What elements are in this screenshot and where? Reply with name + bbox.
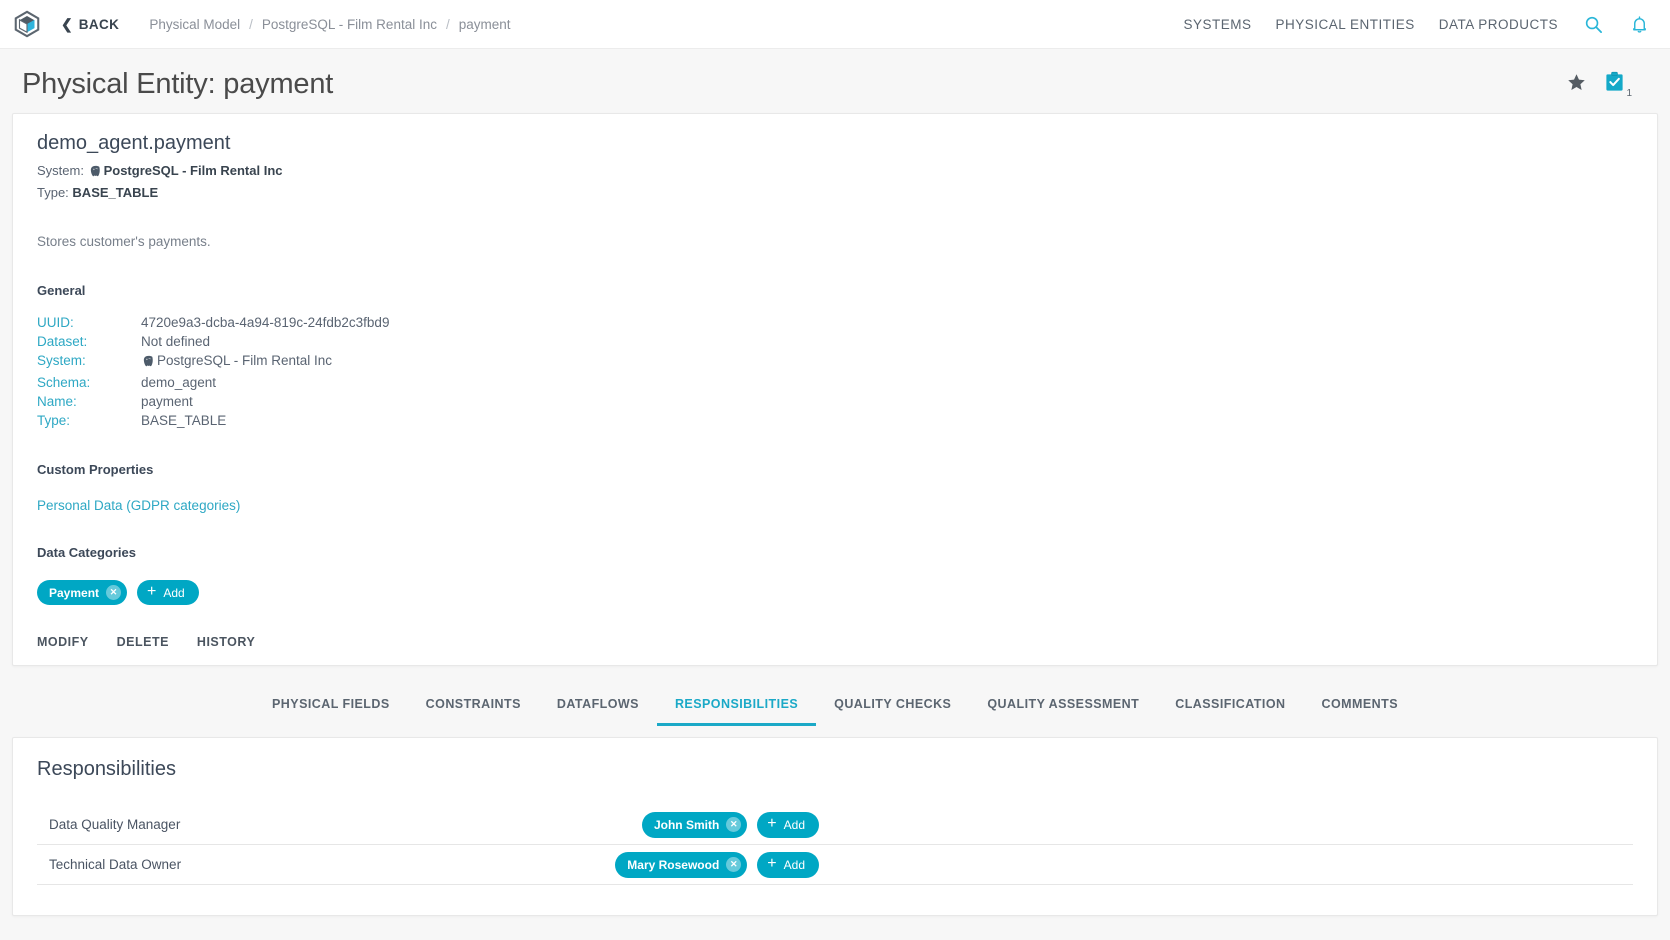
close-circle-icon[interactable]: ✕ <box>726 857 742 872</box>
back-button[interactable]: ❮ BACK <box>61 17 119 32</box>
entity-system-line: System: PostgreSQL - Film Rental Inc <box>37 161 1633 183</box>
tab-comments[interactable]: COMMENTS <box>1303 683 1416 726</box>
close-circle-icon[interactable]: ✕ <box>106 585 122 600</box>
general-properties-table: UUID: 4720e9a3-dcba-4a94-819c-24fdb2c3fb… <box>37 315 389 432</box>
table-row: Name: payment <box>37 394 389 413</box>
table-row: UUID: 4720e9a3-dcba-4a94-819c-24fdb2c3fb… <box>37 315 389 334</box>
entity-name: demo_agent.payment <box>37 132 231 154</box>
assignee-chip-mary-rosewood[interactable]: Mary Rosewood ✕ <box>615 851 748 878</box>
property-value-system-text: PostgreSQL - Film Rental Inc <box>157 353 333 368</box>
responsibilities-title: Responsibilities <box>37 758 176 780</box>
property-key-schema: Schema: <box>37 375 91 390</box>
table-row: System: PostgreSQL - Film Rental Inc <box>37 353 389 375</box>
search-icon[interactable] <box>1582 13 1604 35</box>
table-row: Type: BASE_TABLE <box>37 413 389 432</box>
table-row: Technical Data Owner Mary Rosewood ✕ + A… <box>37 845 1633 885</box>
property-key-type: Type: <box>37 413 71 428</box>
property-value-dataset: Not defined <box>141 334 211 349</box>
table-row: Schema: demo_agent <box>37 375 389 394</box>
delete-button[interactable]: DELETE <box>117 635 169 649</box>
add-button-label: Add <box>163 585 185 600</box>
entity-action-row: MODIFY DELETE HISTORY <box>37 635 1633 651</box>
responsibility-assignees-data-quality-manager: John Smith ✕ + Add <box>641 811 1633 838</box>
nav-item-physical-entities[interactable]: PHYSICAL ENTITIES <box>1275 17 1414 32</box>
back-button-label: BACK <box>78 16 120 32</box>
chip-label: John Smith <box>653 817 720 832</box>
add-button-label: Add <box>783 857 805 872</box>
tab-quality-assessment[interactable]: QUALITY ASSESSMENT <box>969 683 1157 726</box>
property-key-name: Name: <box>37 394 77 409</box>
data-categories-chip-row: Payment ✕ + Add <box>37 580 1633 605</box>
chevron-left-icon: ❮ <box>61 15 73 32</box>
property-key-dataset: Dataset: <box>37 334 88 349</box>
assignee-chip-john-smith[interactable]: John Smith ✕ <box>641 811 748 838</box>
top-navigation-bar: ❮ BACK Physical Model / PostgreSQL - Fil… <box>0 0 1670 49</box>
add-assignee-button-data-quality-manager[interactable]: + Add <box>757 811 819 838</box>
tab-responsibilities[interactable]: RESPONSIBILITIES <box>656 683 817 726</box>
entity-system-label: System: <box>37 163 84 178</box>
history-button[interactable]: HISTORY <box>197 635 255 649</box>
close-circle-icon[interactable]: ✕ <box>726 817 742 832</box>
custom-properties-heading: Custom Properties <box>37 462 154 477</box>
clipboard-check-icon <box>1604 71 1625 97</box>
property-value-schema: demo_agent <box>141 375 217 390</box>
data-categories-heading: Data Categories <box>37 545 136 560</box>
property-key-system: System: <box>37 353 86 368</box>
data-category-chip-payment[interactable]: Payment ✕ <box>37 580 128 605</box>
plus-icon: + <box>767 815 777 832</box>
postgresql-elephant-icon <box>142 355 155 371</box>
tab-quality-checks[interactable]: QUALITY CHECKS <box>816 683 969 726</box>
general-section-heading: General <box>37 283 86 298</box>
chip-label: Mary Rosewood <box>627 857 720 872</box>
custom-property-link-personal-data[interactable]: Personal Data (GDPR categories) <box>37 498 1633 513</box>
property-key-uuid: UUID: <box>37 315 74 330</box>
add-button-label: Add <box>783 817 805 832</box>
entity-system-value: PostgreSQL - Film Rental Inc <box>103 163 283 178</box>
page-header: Physical Entity: payment 1 <box>0 55 1670 113</box>
entity-detail-card: demo_agent.payment System: PostgreSQL - … <box>12 113 1658 666</box>
status-badge-count: 1 <box>1626 88 1632 99</box>
property-value-name: payment <box>141 394 193 409</box>
page-header-actions: 1 <box>1567 71 1652 99</box>
modify-button[interactable]: MODIFY <box>37 635 89 649</box>
tab-dataflows[interactable]: DATAFLOWS <box>539 683 657 726</box>
breadcrumb-separator: / <box>249 16 253 32</box>
page-title: Physical Entity: payment <box>22 67 334 100</box>
nav-item-data-products[interactable]: DATA PRODUCTS <box>1439 17 1558 32</box>
responsibility-role-technical-data-owner: Technical Data Owner <box>49 857 182 872</box>
breadcrumb: Physical Model / PostgreSQL - Film Renta… <box>149 17 510 32</box>
property-value-uuid: 4720e9a3-dcba-4a94-819c-24fdb2c3fbd9 <box>141 315 390 330</box>
breadcrumb-item-system[interactable]: PostgreSQL - Film Rental Inc <box>262 17 437 32</box>
tab-classification[interactable]: CLASSIFICATION <box>1157 683 1303 726</box>
table-row: Data Quality Manager John Smith ✕ + Add <box>37 805 1633 845</box>
cube-logo-icon[interactable] <box>10 7 44 41</box>
property-value-type: BASE_TABLE <box>141 413 227 428</box>
entity-type-label: Type: <box>37 185 69 200</box>
tab-bar: PHYSICAL FIELDS CONSTRAINTS DATAFLOWS RE… <box>0 683 1670 726</box>
breadcrumb-separator: / <box>445 16 450 32</box>
entity-type-value: BASE_TABLE <box>72 185 159 200</box>
nav-item-systems[interactable]: SYSTEMS <box>1183 17 1251 32</box>
entity-type-line: Type: BASE_TABLE <box>37 183 1633 202</box>
tab-physical-fields[interactable]: PHYSICAL FIELDS <box>254 683 408 726</box>
add-assignee-button-technical-data-owner[interactable]: + Add <box>757 851 819 878</box>
responsibilities-panel: Responsibilities Data Quality Manager Jo… <box>12 737 1658 916</box>
tab-constraints[interactable]: CONSTRAINTS <box>408 683 539 726</box>
postgresql-elephant-icon <box>89 164 102 183</box>
chip-label: Payment <box>49 585 100 600</box>
entity-description: Stores customer's payments. <box>37 234 211 249</box>
responsibility-role-data-quality-manager: Data Quality Manager <box>49 817 181 832</box>
add-data-category-button[interactable]: + Add <box>137 580 199 605</box>
breadcrumb-item-current: payment <box>458 16 511 32</box>
property-value-system: PostgreSQL - Film Rental Inc <box>141 353 389 375</box>
responsibility-assignees-technical-data-owner: Mary Rosewood ✕ + Add <box>615 851 1633 878</box>
table-row: Dataset: Not defined <box>37 334 389 353</box>
plus-icon: + <box>147 583 157 600</box>
plus-icon: + <box>767 855 777 872</box>
bell-icon[interactable] <box>1628 13 1650 35</box>
status-badge[interactable]: 1 <box>1604 71 1632 99</box>
breadcrumb-item-physical-model[interactable]: Physical Model <box>149 17 240 32</box>
star-icon[interactable] <box>1567 73 1586 97</box>
top-nav-links: SYSTEMS PHYSICAL ENTITIES DATA PRODUCTS <box>1183 13 1650 35</box>
